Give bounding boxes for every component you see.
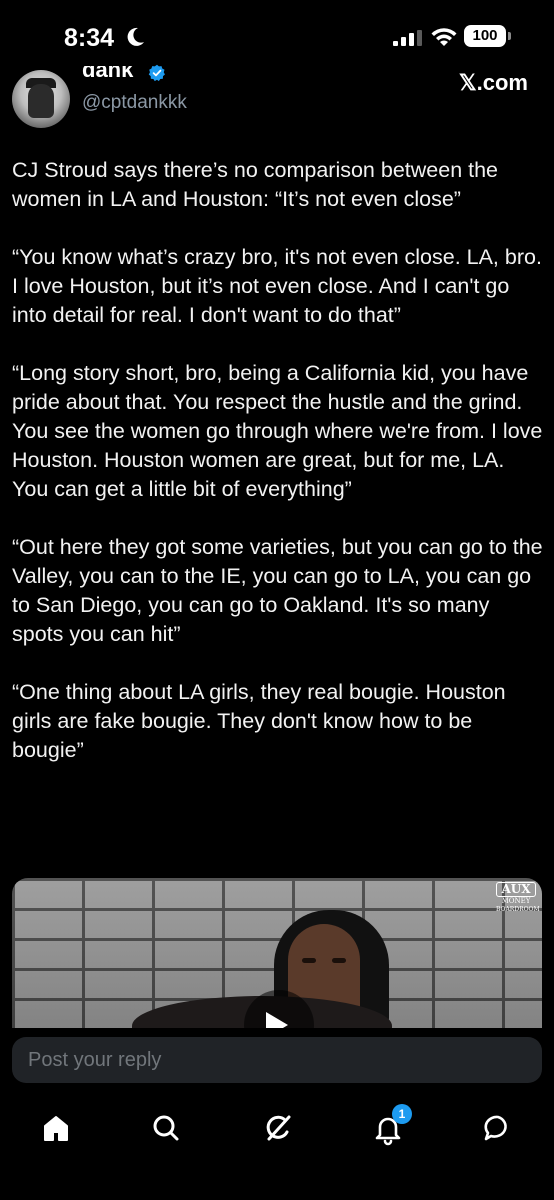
user-handle[interactable]: @cptdankkk bbox=[82, 92, 187, 114]
watermark-logo: AUX MONEY BOARDROOM bbox=[496, 882, 540, 928]
watermark-line2: MONEY bbox=[501, 897, 531, 905]
battery-indicator: 100 bbox=[464, 25, 506, 47]
reply-bar bbox=[12, 1037, 542, 1083]
post-paragraph: “One thing about LA girls, they real bou… bbox=[12, 680, 506, 762]
status-time: 8:34 bbox=[64, 24, 115, 52]
avatar-figure bbox=[28, 84, 54, 118]
post-paragraph: “You know what’s crazy bro, it's not eve… bbox=[12, 245, 542, 327]
battery-tip bbox=[508, 32, 511, 40]
post-author: dank @cptdankkk 𝕏.com bbox=[12, 64, 542, 128]
notification-badge: 1 bbox=[392, 1104, 412, 1124]
post-paragraph: CJ Stroud says there’s no comparison bet… bbox=[12, 158, 499, 211]
tab-grok[interactable] bbox=[258, 1108, 298, 1148]
reply-input[interactable] bbox=[28, 1037, 528, 1083]
source-label: 𝕏.com bbox=[458, 70, 528, 95]
grok-icon bbox=[266, 1115, 291, 1141]
post-paragraph: “Long story short, bro, being a Californ… bbox=[12, 361, 543, 501]
home-icon bbox=[44, 1116, 68, 1141]
tab-home[interactable] bbox=[36, 1108, 76, 1148]
watermark-line1: AUX bbox=[496, 882, 536, 897]
avatar[interactable] bbox=[12, 70, 70, 128]
moon-icon bbox=[127, 27, 144, 46]
search-icon bbox=[153, 1115, 179, 1141]
signal-icon bbox=[393, 30, 422, 46]
video-thumbnail[interactable]: AUX MONEY BOARDROOM bbox=[12, 878, 542, 1028]
post-paragraph: “Out here they got some varieties, but y… bbox=[12, 535, 543, 646]
tab-search[interactable] bbox=[146, 1108, 186, 1148]
status-bar: 8:34 100 bbox=[0, 0, 554, 70]
message-icon bbox=[484, 1115, 507, 1141]
watermark-line3: BOARDROOM bbox=[496, 906, 540, 913]
post-body: CJ Stroud says there’s no comparison bet… bbox=[12, 156, 546, 794]
bottom-tab-bar bbox=[0, 1100, 554, 1200]
person-eye bbox=[302, 958, 316, 963]
person-eye bbox=[332, 958, 346, 963]
verified-badge-icon bbox=[148, 64, 165, 82]
play-icon bbox=[266, 1012, 288, 1028]
wifi-icon bbox=[431, 28, 457, 46]
tab-messages[interactable] bbox=[478, 1108, 518, 1148]
